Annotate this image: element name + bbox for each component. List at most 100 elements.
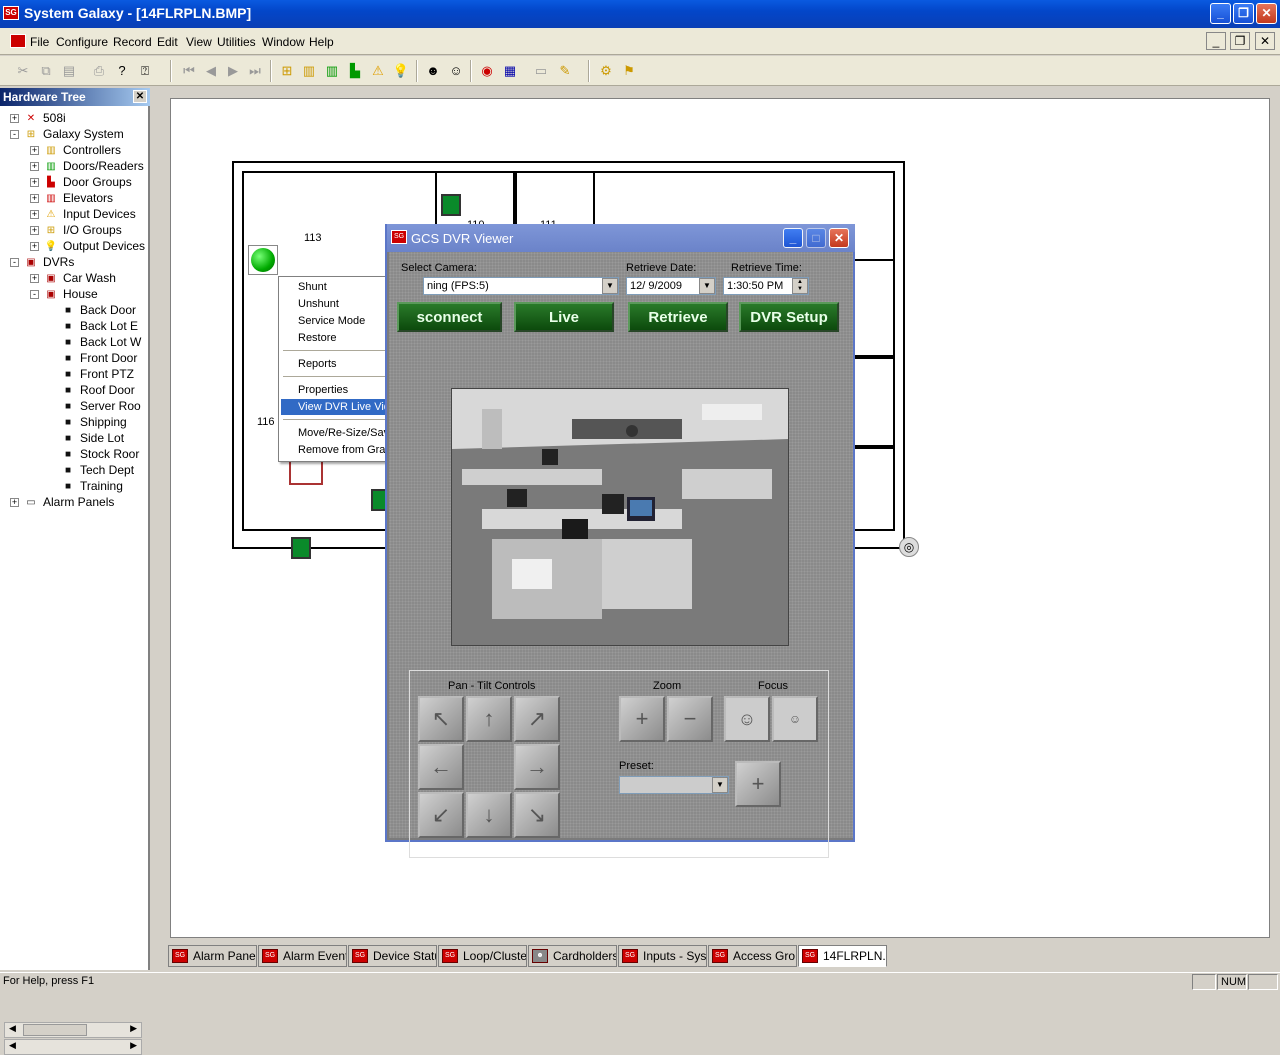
tab-inputs[interactable]: SG Inputs - Sys... [618,945,707,967]
zoom-out-icon[interactable]: − [667,696,713,742]
dvr-minimize-button[interactable]: _ [783,228,803,248]
tree-node[interactable]: - ▣ House [30,286,98,302]
controller-icon[interactable]: ▥ [300,62,318,80]
scroll-thumb[interactable] [23,1024,87,1036]
tree-node[interactable]: ■ Tech Dept [60,462,134,478]
tree-node[interactable]: + 💡 Output Devices [30,238,145,254]
chevron-down-icon[interactable]: ▼ [712,777,728,793]
tree-node[interactable]: + ⚠ Input Devices [30,206,136,222]
app-icon[interactable]: SG [3,6,19,20]
close-button[interactable]: ✕ [1256,3,1277,24]
tree-node[interactable]: ■ Roof Door [60,382,135,398]
door-group-icon[interactable]: ▙ [346,62,364,80]
close-icon[interactable]: ✕ [133,90,147,103]
menu-view[interactable]: View [186,35,212,49]
scroll-right-icon[interactable]: ▶ [130,1023,137,1034]
expand-icon[interactable]: + [30,210,39,220]
tab-floorplan[interactable]: SG 14FLRPLN... [798,945,887,967]
tree-node[interactable]: ■ Back Lot W [60,334,141,350]
next-record-icon[interactable]: ▶ [224,62,242,80]
focus-far-icon[interactable]: ☺ [772,696,818,742]
panel-horizontal-scrollbar[interactable]: ◀ ▶ [4,1039,142,1055]
expand-icon[interactable]: + [30,146,39,156]
dvr-close-button[interactable]: ✕ [829,228,849,248]
paste-icon[interactable]: ▤ [60,62,78,80]
focus-near-icon[interactable]: ☺ [724,696,770,742]
dvr-viewer-title-bar[interactable]: SG GCS DVR Viewer _ □ ✕ [387,224,855,252]
tree-node[interactable]: ■ Shipping [60,414,127,430]
tree-node[interactable]: ■ Stock Roor [60,446,139,462]
tab-alarm-events[interactable]: SG Alarm Events [258,945,347,967]
last-record-icon[interactable]: ⏭ [246,62,264,80]
help-icon[interactable]: ? [113,62,131,80]
retrieve-time-spinner[interactable]: 1:30:50 PM ▲ ▼ [723,277,809,295]
tree-node[interactable]: + ▥ Elevators [30,190,113,206]
expand-icon[interactable]: + [30,194,39,204]
tree-node[interactable]: + ✕ 508i [10,110,66,126]
scroll-left-icon[interactable]: ◀ [9,1040,16,1051]
warning-icon[interactable]: ⚠ [369,62,387,80]
context-help-icon[interactable]: ⍰ [136,62,154,80]
expand-icon[interactable]: + [10,114,19,124]
minimize-button[interactable]: _ [1210,3,1231,24]
pan-left-icon[interactable]: ← [418,744,464,790]
tree-node[interactable]: ■ Back Lot E [60,318,138,334]
tree-node[interactable]: - ▣ DVRs [10,254,74,270]
scroll-right-icon[interactable]: ▶ [130,1040,137,1051]
expand-icon[interactable]: + [30,274,39,284]
mdi-minimize-button[interactable]: _ [1206,32,1226,50]
expand-icon[interactable]: + [10,498,19,508]
tree-node[interactable]: + ▣ Car Wash [30,270,116,286]
retrieve-date-picker[interactable]: 12/ 9/2009 ▼ [626,277,716,295]
door-icon[interactable]: ▥ [323,62,341,80]
tree-node[interactable]: + ▙ Door Groups [30,174,132,190]
report-icon[interactable]: ▭ [532,62,550,80]
chevron-down-icon[interactable]: ▼ [602,278,618,294]
collapse-icon[interactable]: - [10,130,19,140]
alarm-icon[interactable]: ⚙ [597,62,615,80]
retrieve-button[interactable]: Retrieve [628,302,728,332]
tilt-up-icon[interactable]: ↑ [466,696,512,742]
collapse-icon[interactable]: - [10,258,19,268]
live-button[interactable]: Live [514,302,614,332]
add-preset-icon[interactable]: + [735,761,781,807]
status-indicator-icon[interactable] [248,245,278,275]
door-icon[interactable] [441,194,461,216]
expand-icon[interactable]: + [30,178,39,188]
tree-horizontal-scrollbar[interactable]: ◀ ▶ [4,1022,142,1038]
expand-icon[interactable]: + [30,162,39,172]
previous-record-icon[interactable]: ◀ [202,62,220,80]
pan-up-left-icon[interactable]: ↖ [418,696,464,742]
tab-access-groups[interactable]: SG Access Gro... [708,945,797,967]
menu-window[interactable]: Window [262,35,305,49]
tree-node[interactable]: + ▥ Controllers [30,142,121,158]
document-icon[interactable] [10,34,26,48]
menu-utilities[interactable]: Utilities [217,35,256,49]
cut-icon[interactable]: ✂ [14,62,32,80]
tree-node[interactable]: + ⊞ I/O Groups [30,222,122,238]
restore-button[interactable]: ❐ [1233,3,1254,24]
first-record-icon[interactable]: ⏮ [180,62,198,80]
camera-select[interactable]: ning (FPS:5) ▼ [423,277,619,295]
scroll-left-icon[interactable]: ◀ [9,1023,16,1034]
tree-node[interactable]: ■ Side Lot [60,430,124,446]
preset-select[interactable]: ▼ [619,776,729,794]
cardholders-icon[interactable]: ☺ [447,62,465,80]
spinner-arrows-icon[interactable]: ▲ ▼ [792,278,808,294]
print-icon[interactable]: ⎙ [90,62,108,80]
collapse-icon[interactable]: - [30,290,39,300]
tilt-down-icon[interactable]: ↓ [466,792,512,838]
zoom-in-icon[interactable]: + [619,696,665,742]
camera-device-icon[interactable]: ◎ [899,537,919,557]
pan-down-left-icon[interactable]: ↙ [418,792,464,838]
tab-loop-cluster[interactable]: SG Loop/Cluste... [438,945,527,967]
tab-alarm-panel[interactable]: SG Alarm Panel... [168,945,257,967]
tab-device-status[interactable]: SG Device Status [348,945,437,967]
tree-node[interactable]: ■ Server Roo [60,398,141,414]
network-icon[interactable]: ⊞ [278,62,296,80]
copy-icon[interactable]: ⧉ [37,62,55,80]
app-title-bar[interactable]: SG System Galaxy - [14FLRPLN.BMP] _ ❐ ✕ [0,0,1280,28]
disconnect-button[interactable]: sconnect [397,302,502,332]
cardholder-icon[interactable]: ☻ [424,62,442,80]
tree-node[interactable]: ■ Back Door [60,302,136,318]
